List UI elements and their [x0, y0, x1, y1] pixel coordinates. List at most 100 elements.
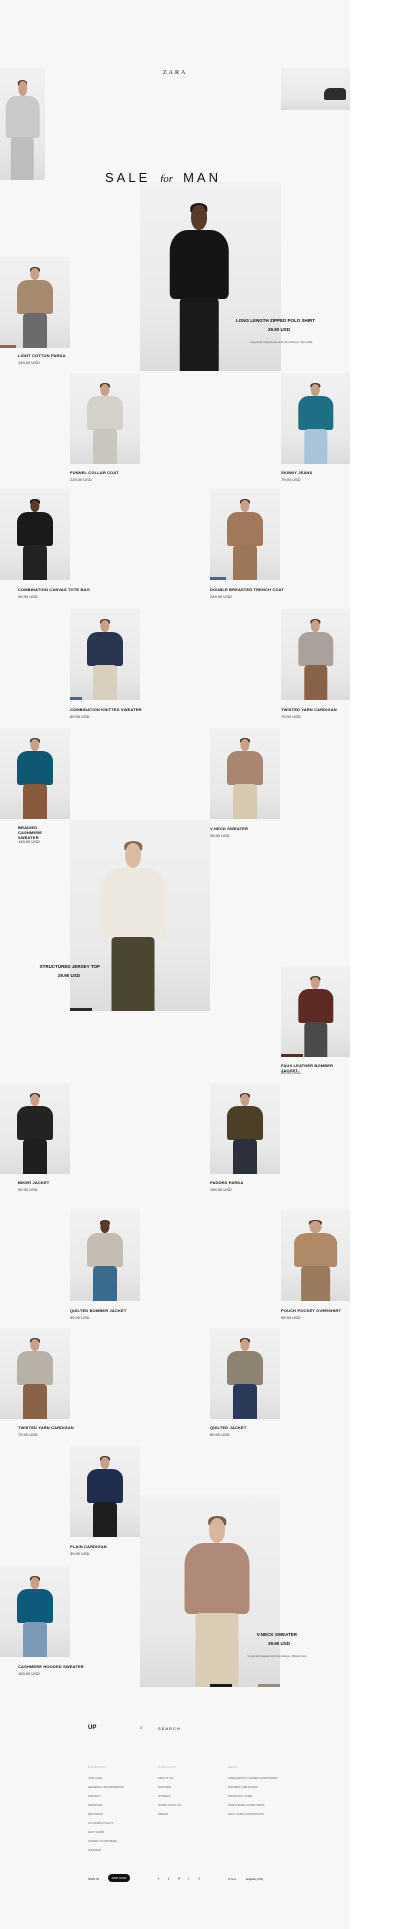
model-figure: [290, 1220, 342, 1301]
footer-link[interactable]: ABOUT US: [158, 1774, 181, 1783]
product-image[interactable]: [281, 68, 350, 110]
color-swatch[interactable]: [210, 1684, 232, 1687]
product-name[interactable]: PADDED PARKA: [210, 1180, 243, 1185]
model-figure: [224, 1093, 266, 1174]
product-name[interactable]: CASHMERE HOODED SWEATER: [18, 1664, 84, 1669]
twitter-icon[interactable]: t: [168, 1877, 169, 1881]
model-figure: [84, 1456, 126, 1537]
color-swatch[interactable]: [0, 345, 16, 348]
product-image[interactable]: [0, 257, 70, 348]
search-link[interactable]: SEARCH: [158, 1726, 181, 1731]
product-price: 99.90 USD: [18, 594, 38, 599]
footer-link[interactable]: SHIPPING: [88, 1801, 124, 1810]
color-swatch[interactable]: [70, 1008, 92, 1011]
product-image[interactable]: [281, 373, 350, 464]
product-price: 99.90 USD: [70, 1315, 90, 1320]
product-image[interactable]: [0, 1083, 70, 1174]
footer-link[interactable]: PAYMENT METHODS: [228, 1783, 277, 1792]
product-image[interactable]: [70, 609, 140, 700]
footer-link[interactable]: SITEMAP: [88, 1846, 124, 1855]
search-icon[interactable]: ⌕: [140, 1725, 143, 1731]
color-swatch[interactable]: [210, 577, 226, 580]
product-name[interactable]: LIGHT COTTON PARKA: [18, 353, 66, 358]
product-image[interactable]: [70, 373, 140, 464]
product-name[interactable]: BIKER JACKET: [18, 1180, 49, 1185]
footer-link[interactable]: PURCHASE CONDITIONS: [228, 1801, 277, 1810]
product-name[interactable]: QUILTED JACKET: [210, 1425, 246, 1430]
product-price: 79.90 USD: [281, 477, 301, 482]
product-image[interactable]: [210, 728, 280, 819]
product-name[interactable]: POUCH POCKET OVERSHIRT: [281, 1308, 341, 1313]
product-image[interactable]: [281, 1210, 350, 1301]
color-swatch[interactable]: [70, 697, 82, 700]
featured-price: 29.90 USD: [267, 327, 290, 332]
footer-link[interactable]: RETURNS: [88, 1810, 124, 1819]
footer-link[interactable]: FREQUENTLY ASKED QUESTIONS: [228, 1774, 277, 1783]
instagram-icon[interactable]: i: [188, 1877, 189, 1881]
product-image[interactable]: [0, 489, 70, 580]
footer-link[interactable]: PRIVACY: [88, 1792, 124, 1801]
footer-link[interactable]: OTHER COUNTRIES: [88, 1837, 124, 1846]
product-image[interactable]: [281, 966, 350, 1057]
product-image[interactable]: [0, 728, 70, 819]
model-figure: [14, 1338, 56, 1419]
footer-link[interactable]: PRODUCT CARE: [228, 1792, 277, 1801]
product-image[interactable]: [0, 1328, 70, 1419]
country-selector[interactable]: U.S.A.: [228, 1877, 237, 1881]
product-name[interactable]: FUNNEL COLLAR COAT: [70, 470, 119, 475]
footer-link[interactable]: GENERAL INFORMATION: [88, 1783, 124, 1792]
model-figure: [2, 80, 43, 180]
product-price: 39.90 USD: [210, 833, 230, 838]
logo[interactable]: ZARA: [163, 70, 187, 76]
footer-link[interactable]: PRESS: [158, 1810, 181, 1819]
product-name[interactable]: COMBINATION KNITTED SWEATER: [70, 707, 142, 712]
featured-name[interactable]: LONG LENGTH ZIPPED POLO SHIRT: [225, 318, 315, 323]
product-image[interactable]: [70, 1210, 140, 1301]
product-name[interactable]: QUILTED BOMBER JACKET: [70, 1308, 126, 1313]
featured-name[interactable]: STRUCTURED JERSEY TOP: [30, 964, 100, 969]
product-image[interactable]: [0, 68, 45, 180]
product-image[interactable]: [210, 1328, 280, 1419]
color-swatch[interactable]: [281, 1054, 303, 1057]
product-name[interactable]: BRAIDED CASHMERE SWEATER: [18, 825, 58, 840]
facebook-icon[interactable]: f: [158, 1877, 159, 1881]
join-button[interactable]: JOIN NOW: [108, 1874, 130, 1882]
product-name[interactable]: TWISTED YARN CARDIGAN: [18, 1425, 74, 1430]
footer-link[interactable]: JOIN LIFE: [88, 1774, 124, 1783]
footer-link[interactable]: STORES: [158, 1792, 181, 1801]
product-name[interactable]: COMBINATION CANVAS TOTE BAG: [18, 587, 90, 592]
product-image[interactable]: [281, 609, 350, 700]
footer-col-company: COMPANY JOIN LIFE GENERAL INFORMATION PR…: [88, 1765, 124, 1855]
color-swatch[interactable]: [258, 1684, 280, 1687]
product-price: 149.00 USD: [18, 360, 40, 365]
back-to-top-link[interactable]: UP: [88, 1725, 96, 1731]
product-image[interactable]: [210, 489, 280, 580]
featured-name[interactable]: V-NECK SWEATER: [225, 1632, 297, 1637]
footer-link[interactable]: GIFT CARD: [88, 1828, 124, 1837]
featured-image[interactable]: [70, 820, 210, 1011]
footer-link[interactable]: WORK WITH US: [158, 1801, 181, 1810]
footer-link[interactable]: GIFT CARD CONDITIONS: [228, 1810, 277, 1819]
sign-in-link[interactable]: SIGN IN: [88, 1877, 99, 1881]
product-image[interactable]: [0, 1566, 70, 1657]
product-name[interactable]: DOUBLE BREASTED TRENCH COAT: [210, 587, 284, 592]
model-figure: [295, 383, 336, 464]
product-name[interactable]: TWISTED YARN CARDIGAN: [281, 707, 337, 712]
product-price: 79.90 USD: [281, 714, 301, 719]
model-figure: [295, 976, 336, 1057]
footer-link[interactable]: OFFICES: [158, 1783, 181, 1792]
product-price: 149.00 USD: [18, 839, 40, 844]
product-image[interactable]: [210, 1083, 280, 1174]
pinterest-icon[interactable]: P: [178, 1877, 180, 1881]
youtube-icon[interactable]: Y: [198, 1877, 200, 1881]
model-figure: [84, 383, 126, 464]
featured-image[interactable]: [140, 1495, 280, 1687]
product-name[interactable]: PLAIN CARDIGAN: [70, 1544, 107, 1549]
footer-col-heading: COMPANY: [88, 1765, 107, 1769]
product-image[interactable]: [70, 1446, 140, 1537]
language-selector[interactable]: English (US): [246, 1877, 263, 1881]
product-price: 169.00 USD: [18, 1671, 40, 1676]
footer-link[interactable]: COOKIES POLICY: [88, 1819, 124, 1828]
product-name[interactable]: SKINNY JEANS: [281, 470, 312, 475]
product-name[interactable]: V-NECK SWEATER: [210, 826, 248, 831]
